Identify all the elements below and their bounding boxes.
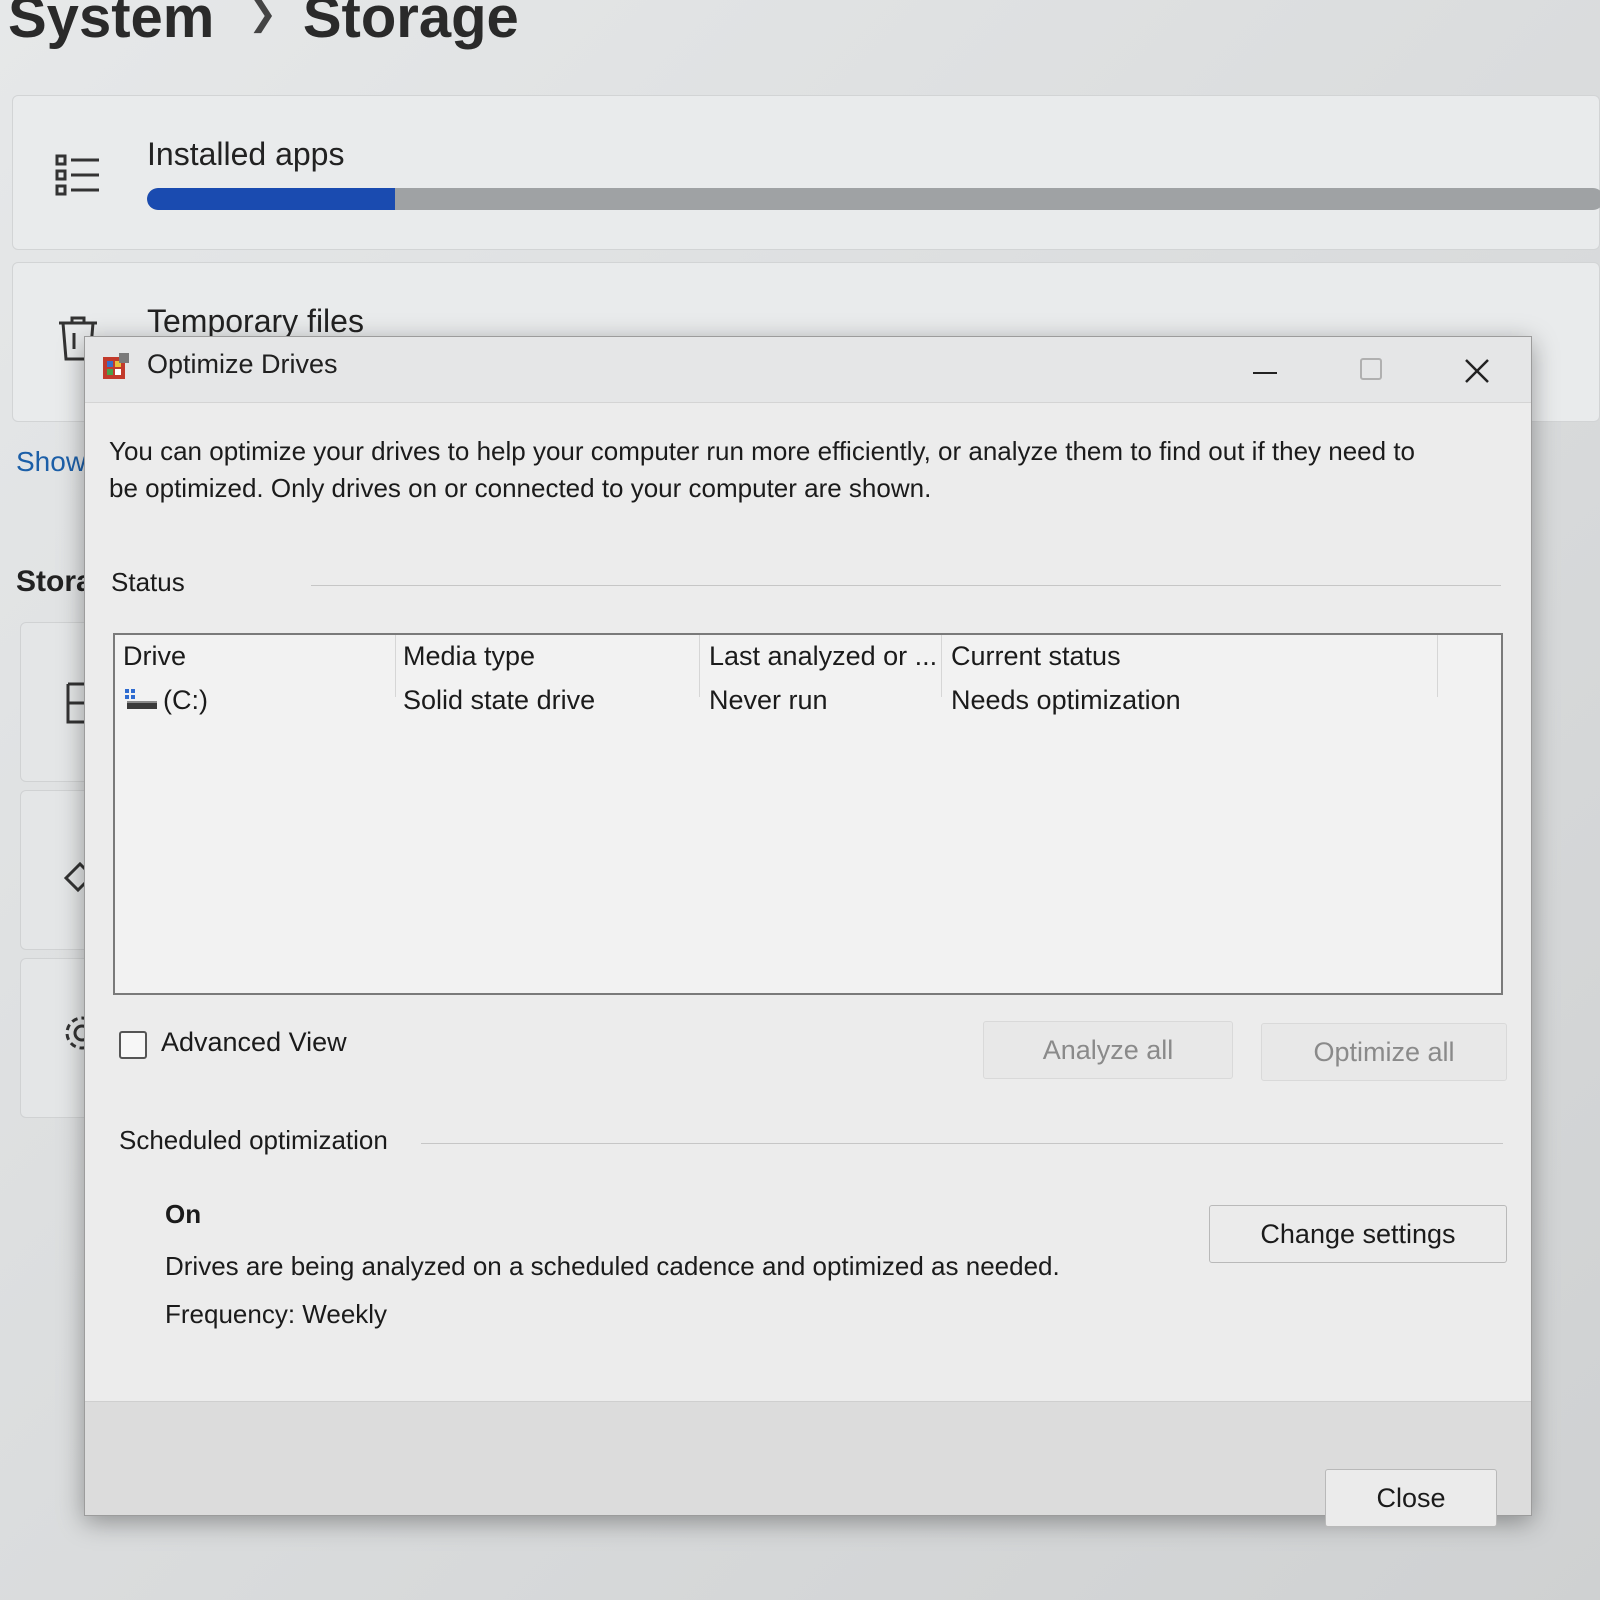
schedule-description: Drives are being analyzed on a scheduled… <box>165 1251 1060 1281</box>
drive-icon <box>125 689 157 709</box>
optimize-all-button[interactable]: Optimize all <box>1261 1023 1507 1081</box>
dialog-footer <box>85 1401 1531 1515</box>
advanced-view-label[interactable]: Advanced View <box>161 1027 347 1058</box>
breadcrumb-current: Storage <box>302 0 519 50</box>
column-header-drive[interactable]: Drive <box>123 641 186 672</box>
maximize-icon[interactable] <box>1341 345 1401 395</box>
optimize-drives-icon <box>103 353 129 379</box>
scheduled-group-line <box>421 1143 1503 1144</box>
title-bar[interactable]: Optimize Drives <box>85 337 1531 403</box>
list-icon <box>55 154 99 196</box>
media-type-cell: Solid state drive <box>403 685 596 715</box>
show-more-link[interactable]: Show <box>16 446 86 478</box>
status-group-label: Status <box>111 567 193 598</box>
chevron-right-icon: ❯ <box>248 0 277 33</box>
installed-apps-usage-fill <box>147 188 395 210</box>
column-header-media-type[interactable]: Media type <box>403 641 535 672</box>
installed-apps-label: Installed apps <box>147 136 345 172</box>
status-group-line <box>311 585 1501 586</box>
column-separator[interactable] <box>395 635 396 697</box>
scheduled-group-label: Scheduled optimization <box>119 1125 396 1156</box>
drive-list: Drive Media type Last analyzed or ... Cu… <box>113 633 1503 995</box>
current-status-cell: Needs optimization <box>951 685 1181 715</box>
column-separator[interactable] <box>699 635 700 697</box>
breadcrumb-parent[interactable]: System <box>8 0 214 50</box>
intro-text: You can optimize your drives to help you… <box>109 436 1416 503</box>
column-header-last-analyzed[interactable]: Last analyzed or ... <box>709 641 937 672</box>
storage-section-heading: Stora <box>16 565 93 598</box>
schedule-frequency: Frequency: Weekly <box>165 1299 388 1329</box>
last-analyzed-cell: Never run <box>709 685 828 715</box>
column-header-current-status[interactable]: Current status <box>951 641 1121 672</box>
schedule-state: On <box>165 1199 202 1229</box>
installed-apps-card[interactable]: Installed apps <box>12 95 1600 250</box>
optimize-drives-dialog: Optimize Drives You can optimize your dr… <box>84 336 1532 1527</box>
column-separator[interactable] <box>1437 635 1438 697</box>
temporary-files-label: Temporary files <box>147 303 364 339</box>
installed-apps-usage-bar <box>147 188 1600 210</box>
breadcrumb: System ❯ Storage <box>8 0 519 51</box>
close-button[interactable]: Close <box>1325 1469 1497 1527</box>
change-settings-button[interactable]: Change settings <box>1209 1205 1507 1263</box>
column-separator[interactable] <box>941 635 942 697</box>
minimize-icon[interactable] <box>1235 345 1295 395</box>
analyze-all-button[interactable]: Analyze all <box>983 1021 1233 1079</box>
advanced-view-checkbox[interactable] <box>119 1031 147 1059</box>
dialog-title: Optimize Drives <box>147 349 338 379</box>
close-icon[interactable] <box>1447 345 1507 395</box>
drive-cell: (C:) <box>163 685 208 715</box>
